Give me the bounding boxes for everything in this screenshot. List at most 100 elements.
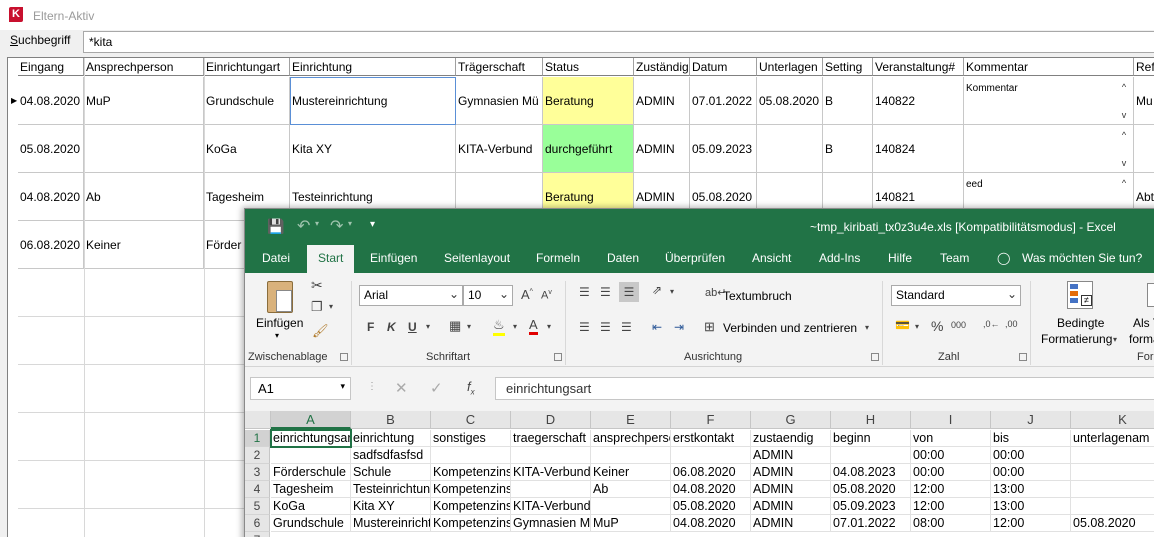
underline-dropdown-icon[interactable]: ▾ (426, 322, 430, 331)
grid-cell-status[interactable]: durchgeführt (543, 125, 634, 173)
column-header-K[interactable]: K (1071, 411, 1154, 429)
sheet-cell[interactable]: sonstiges (431, 430, 511, 447)
sheet-cell[interactable]: Mustereinrichtung (351, 515, 431, 532)
sheet-cell[interactable]: unterlagenam (1071, 430, 1154, 447)
redo-icon[interactable]: ↷ (330, 216, 343, 236)
sheet-cell[interactable]: ADMIN (751, 464, 831, 481)
select-all-corner[interactable] (245, 411, 271, 429)
grid-cell-einrichtung[interactable]: Kita XY (290, 125, 456, 173)
column-header-I[interactable]: I (911, 411, 991, 429)
scroll-up-icon[interactable]: ^ (1119, 82, 1129, 92)
row-header[interactable]: 2 (245, 447, 270, 464)
sheet-cell[interactable]: Keiner (591, 464, 671, 481)
grid-cell-status[interactable]: Beratung (543, 77, 634, 125)
sheet-cell[interactable]: 00:00 (911, 447, 991, 464)
grid-cell-zustaendig[interactable]: ADMIN (634, 77, 690, 125)
increase-indent-icon[interactable]: ⇥ (674, 320, 684, 334)
sheet-cell[interactable]: erstkontakt (671, 430, 751, 447)
grid-cell-einrichtung[interactable]: Mustereinrichtung (290, 77, 456, 125)
tab-seitenlayout[interactable]: Seitenlayout (444, 251, 510, 265)
sheet-cell[interactable]: 05.08.2020 (671, 498, 751, 515)
tab-team[interactable]: Team (940, 251, 969, 265)
align-center-icon[interactable]: ☰ (600, 320, 611, 334)
grid-cell-ansprechperson[interactable]: Ab (84, 173, 204, 221)
sheet-cell[interactable]: einrichtung (351, 430, 431, 447)
sheet-cell[interactable]: 05.09.2023 (831, 498, 911, 515)
column-header[interactable]: Kommentar (964, 58, 1134, 76)
sheet-cell[interactable]: von (911, 430, 991, 447)
sheet-cell[interactable]: 05.08.2020 (831, 481, 911, 498)
search-input[interactable] (83, 31, 1154, 53)
column-header-J[interactable]: J (991, 411, 1071, 429)
clipboard-launcher-icon[interactable] (340, 353, 348, 361)
align-bottom-icon[interactable]: ☰ (619, 282, 639, 302)
scroll-up-icon[interactable]: ^ (1119, 178, 1129, 188)
format-as-table-button[interactable]: Als T (1133, 316, 1154, 330)
sheet-cell[interactable]: sadfsdfasfsd (351, 447, 431, 464)
merge-dropdown-icon[interactable]: ▾ (865, 323, 869, 332)
sheet-cell[interactable] (511, 481, 591, 498)
sheet-cell[interactable]: Gymnasien Mü (511, 515, 591, 532)
conditional-formatting-label-2[interactable]: Formatierung (1041, 332, 1112, 346)
column-header-B[interactable]: B (351, 411, 431, 429)
grid-cell-unterlagen[interactable] (757, 125, 823, 173)
sheet-cell[interactable]: Grundschule (271, 515, 351, 532)
sheet-cell[interactable]: Testeinrichtung (351, 481, 431, 498)
column-header[interactable]: Ref (1134, 58, 1154, 76)
sheet-cell[interactable]: Ab (591, 481, 671, 498)
column-header[interactable]: Eingang (18, 58, 84, 76)
sheet-cell[interactable]: KITA-Verbund (511, 498, 591, 515)
thousands-separator-icon[interactable]: 000 (951, 320, 966, 330)
formula-bar-dots-icon[interactable]: ⋮ (367, 381, 377, 392)
grid-cell-setting[interactable]: B (823, 77, 873, 125)
sheet-cell[interactable]: 00:00 (911, 464, 991, 481)
scroll-down-icon[interactable]: v (1119, 110, 1129, 120)
save-icon[interactable]: 💾 (267, 218, 284, 235)
grid-cell-einrichtungart[interactable]: KoGa (204, 125, 290, 173)
row-header[interactable]: 6 (245, 515, 270, 532)
grid-cell-kommentar[interactable] (964, 125, 1134, 173)
sheet-cell[interactable]: 00:00 (991, 464, 1071, 481)
undo-dropdown-icon[interactable]: ▾ (315, 219, 319, 228)
column-header-G[interactable]: G (751, 411, 831, 429)
shrink-font-icon[interactable]: Av (541, 289, 552, 302)
row-header[interactable]: 7 (245, 532, 270, 537)
row-header[interactable]: 5 (245, 498, 270, 515)
align-middle-icon[interactable]: ☰ (600, 285, 611, 299)
font-color-icon[interactable]: A (529, 317, 538, 335)
sheet-cell[interactable]: beginn (831, 430, 911, 447)
tell-me-search[interactable]: Was möchten Sie tun? (1022, 251, 1142, 265)
sheet-cell[interactable]: 12:00 (911, 498, 991, 515)
sheet-cell[interactable]: ADMIN (751, 515, 831, 532)
conditional-formatting-dropdown-icon[interactable]: ▾ (1113, 335, 1117, 344)
sheet-cell[interactable] (831, 447, 911, 464)
column-header[interactable]: Datum (690, 58, 757, 76)
grid-cell-veranstaltung[interactable]: 140822 (873, 77, 964, 125)
grid-cell-eingang[interactable]: 04.08.2020 (18, 77, 84, 125)
sheet-cell[interactable]: 06.08.2020 (671, 464, 751, 481)
column-header[interactable]: Ansprechperson (84, 58, 204, 76)
sheet-cell[interactable] (431, 447, 511, 464)
grid-cell-eingang[interactable]: 04.08.2020 (18, 173, 84, 221)
row-header[interactable]: 4 (245, 481, 270, 498)
decrease-indent-icon[interactable]: ⇤ (652, 320, 662, 334)
paste-icon[interactable] (267, 281, 293, 313)
formula-input[interactable]: einrichtungsart (495, 377, 1154, 400)
grid-cell-datum[interactable]: 07.01.2022 (690, 77, 757, 125)
grid-cell-setting[interactable]: B (823, 125, 873, 173)
sheet-cell[interactable]: Kompetenzinsel (431, 481, 511, 498)
column-header[interactable]: Veranstaltung# (873, 58, 964, 76)
confirm-entry-icon[interactable]: ✓ (430, 379, 443, 397)
percent-icon[interactable]: % (931, 318, 943, 334)
sheet-cell[interactable] (271, 447, 351, 464)
column-header-A[interactable]: A (271, 411, 351, 429)
grid-cell-zustaendig[interactable]: ADMIN (634, 125, 690, 173)
grid-cell-einrichtungart[interactable]: Grundschule (204, 77, 290, 125)
sheet-cell[interactable]: 13:00 (991, 498, 1071, 515)
sheet-cell[interactable]: ADMIN (751, 447, 831, 464)
customize-toolbar-icon[interactable]: ▾ (370, 219, 375, 230)
sheet-cell[interactable]: 04.08.2020 (671, 515, 751, 532)
font-color-dropdown-icon[interactable]: ▾ (547, 322, 551, 331)
align-left-icon[interactable]: ☰ (579, 320, 590, 334)
name-box[interactable]: A1 ▾ (250, 377, 351, 400)
